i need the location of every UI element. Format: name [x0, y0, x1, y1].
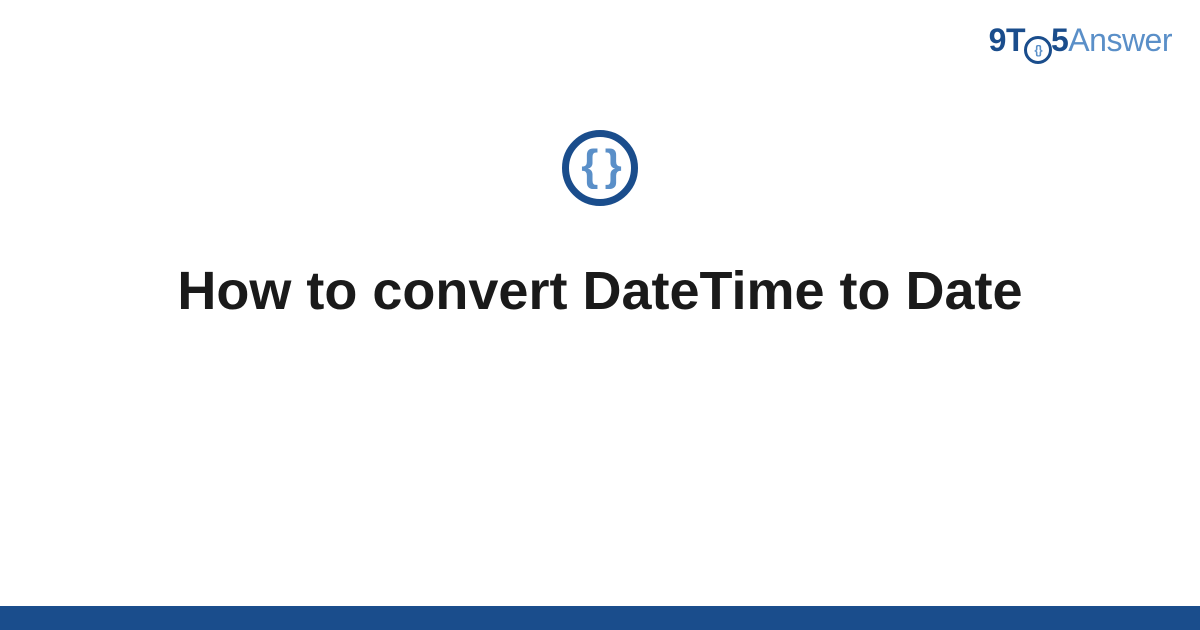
footer-bar [0, 606, 1200, 630]
brand-prefix: 9T [989, 22, 1025, 58]
code-braces-icon: { } [562, 130, 638, 206]
brand-suffix: Answer [1068, 22, 1172, 58]
brand-logo: 9T 5Answer [989, 22, 1172, 64]
page-title: How to convert DateTime to Date [0, 260, 1200, 322]
braces-glyph: { } [581, 144, 618, 188]
brand-num5: 5 [1051, 22, 1068, 58]
brand-o-icon [1024, 36, 1052, 64]
